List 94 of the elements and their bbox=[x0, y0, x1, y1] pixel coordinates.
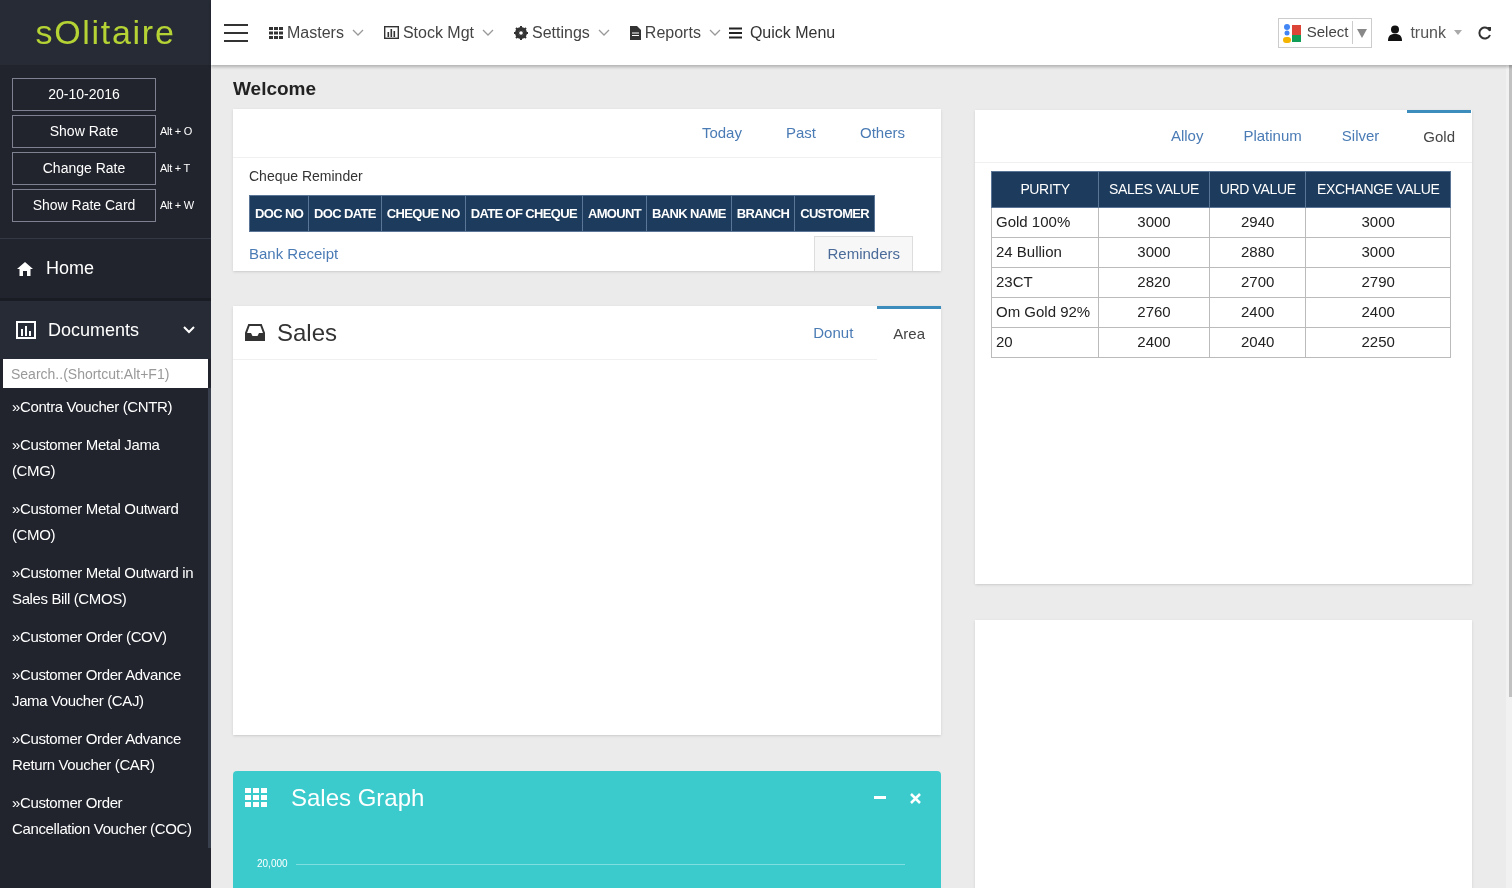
document-link[interactable]: »Customer Order Advance Return Voucher (CAR) bbox=[0, 720, 208, 784]
column-header: BANK NAME bbox=[646, 195, 732, 232]
tab[interactable]: Platinum bbox=[1231, 110, 1314, 162]
tab[interactable]: Alloy bbox=[1158, 110, 1216, 162]
document-link[interactable]: »Customer Metal Jama (CMG) bbox=[0, 426, 208, 490]
user-icon bbox=[1388, 24, 1403, 41]
inbox-icon bbox=[245, 324, 265, 341]
bar-chart-icon bbox=[383, 26, 399, 39]
shortcut-hint: Alt + O bbox=[160, 124, 192, 140]
table-cell: 2400 bbox=[1098, 327, 1210, 358]
grid-icon bbox=[269, 26, 283, 39]
table-cell: 2250 bbox=[1305, 327, 1451, 358]
chevron-down-icon bbox=[482, 29, 495, 36]
tab[interactable]: Donut bbox=[805, 306, 862, 360]
column-header: SALES VALUE bbox=[1098, 171, 1210, 208]
table-cell: 2880 bbox=[1209, 237, 1306, 268]
grid-icon bbox=[245, 788, 267, 808]
table-cell: 2760 bbox=[1098, 297, 1210, 328]
document-link[interactable]: »Customer Metal Outward in Sales Bill (CMOS) bbox=[0, 554, 208, 618]
nav-menu[interactable]: Settings bbox=[514, 20, 610, 45]
nav-menu[interactable]: Stock Mgt bbox=[383, 20, 495, 45]
column-header: CHEQUE NO bbox=[381, 195, 466, 232]
table-cell: 23CT bbox=[991, 267, 1099, 298]
tab[interactable]: Past bbox=[765, 109, 836, 158]
table-cell: 24 Bullion bbox=[991, 237, 1099, 268]
gear-icon bbox=[514, 25, 529, 40]
rate-button[interactable]: Show Rate Card bbox=[12, 189, 156, 222]
bar-chart-icon bbox=[16, 321, 36, 339]
table-cell: 2040 bbox=[1209, 327, 1306, 358]
tab[interactable]: Silver bbox=[1329, 110, 1392, 162]
table-cell: Gold 100% bbox=[991, 207, 1099, 238]
tab[interactable]: Today bbox=[681, 109, 762, 158]
chevron-down-icon bbox=[708, 29, 721, 36]
nav-menu[interactable]: Masters bbox=[269, 20, 364, 45]
column-header: PURITY bbox=[991, 171, 1099, 208]
close-icon[interactable] bbox=[910, 792, 921, 804]
menu-icon bbox=[728, 26, 742, 39]
table-cell: 20 bbox=[991, 327, 1099, 358]
table-cell: 3000 bbox=[1098, 237, 1210, 268]
rate-button[interactable]: Show Rate bbox=[12, 115, 156, 148]
chevron-down-icon bbox=[351, 29, 364, 36]
translate-logo-icon bbox=[1282, 21, 1303, 44]
table-cell: 2400 bbox=[1209, 297, 1306, 328]
search-field[interactable]: Search..(Shortcut:Alt+F1) bbox=[3, 359, 208, 388]
column-header: URD VALUE bbox=[1209, 171, 1306, 208]
shortcut-hint: Alt + W bbox=[160, 198, 194, 214]
bank-receipt-link[interactable]: Bank Receipt bbox=[249, 242, 339, 266]
document-link[interactable]: »Contra Voucher (CNTR) bbox=[0, 388, 208, 426]
table-cell: 3000 bbox=[1305, 207, 1451, 238]
table-cell: 2940 bbox=[1209, 207, 1306, 238]
document-icon bbox=[629, 25, 641, 40]
home-link[interactable]: Home bbox=[46, 255, 94, 282]
panel-title: Sales bbox=[277, 317, 338, 348]
section-title: Cheque Reminder bbox=[248, 167, 364, 187]
column-header: AMOUNT bbox=[582, 195, 647, 232]
column-header: CUSTOMER bbox=[794, 195, 875, 232]
document-link[interactable]: »Customer Order Cancellation Voucher (COC) bbox=[0, 784, 208, 848]
column-header: EXCHANGE VALUE bbox=[1305, 171, 1451, 208]
documents-menu-header[interactable]: Documents bbox=[0, 301, 211, 359]
rate-button[interactable]: Change Rate bbox=[12, 152, 156, 185]
chevron-down-icon bbox=[597, 29, 610, 36]
column-header: DATE OF CHEQUE bbox=[465, 195, 583, 232]
table-cell: 2820 bbox=[1098, 267, 1210, 298]
tab[interactable]: Others bbox=[840, 109, 925, 158]
column-header: DOC NO bbox=[249, 195, 309, 232]
minimize-icon[interactable] bbox=[874, 796, 886, 800]
table-cell: 2400 bbox=[1305, 297, 1451, 328]
date-display: 20-10-2016 bbox=[12, 78, 156, 111]
table-cell: 2790 bbox=[1305, 267, 1451, 298]
table-cell: 2700 bbox=[1209, 267, 1306, 298]
reminders-button[interactable]: Reminders bbox=[814, 236, 913, 271]
document-link[interactable]: »Customer Metal Outward (CMO) bbox=[0, 490, 208, 554]
quick-menu-link[interactable]: Quick Menu bbox=[728, 20, 836, 45]
document-link[interactable]: »Customer Order (COV) bbox=[0, 618, 208, 656]
logo: sOlitaire bbox=[35, 12, 176, 53]
tab[interactable]: Area bbox=[877, 306, 941, 360]
column-header: BRANCH bbox=[731, 195, 795, 232]
page-title: Welcome bbox=[233, 77, 318, 102]
shortcut-hint: Alt + T bbox=[160, 161, 190, 177]
panel-title: Sales Graph bbox=[291, 783, 425, 813]
user-menu[interactable]: trunk bbox=[1388, 20, 1462, 45]
dropdown-arrow-icon bbox=[1357, 27, 1368, 38]
refresh-icon[interactable] bbox=[1478, 25, 1492, 40]
column-header: DOC DATE bbox=[308, 195, 382, 232]
chevron-down-icon bbox=[183, 326, 195, 334]
nav-menu[interactable]: Reports bbox=[629, 20, 721, 45]
translate-select[interactable]: Select bbox=[1277, 17, 1373, 48]
table-cell: 3000 bbox=[1305, 237, 1451, 268]
document-link[interactable]: »Customer Order Advance Jama Voucher (CAJ) bbox=[0, 656, 208, 720]
home-icon bbox=[16, 260, 34, 277]
axis-tick-label: 20,000 bbox=[257, 859, 288, 869]
table-cell: Om Gold 92% bbox=[991, 297, 1099, 328]
table-cell: 3000 bbox=[1098, 207, 1210, 238]
caret-icon bbox=[1454, 30, 1462, 35]
